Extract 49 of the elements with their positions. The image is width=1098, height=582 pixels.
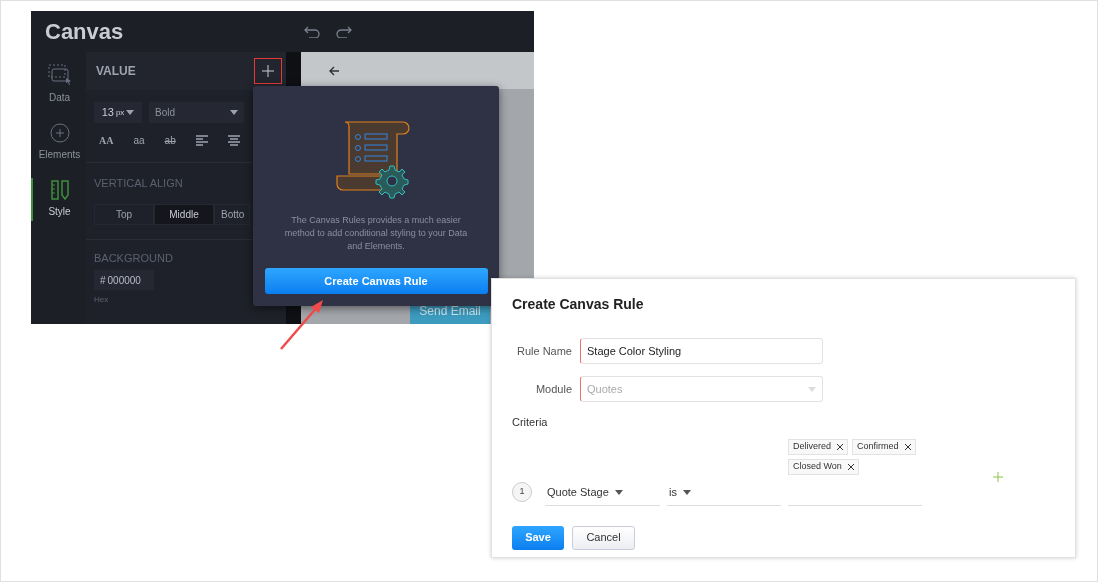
field-select[interactable]: Quote Stage	[545, 479, 660, 506]
value-tag: Delivered	[788, 438, 849, 455]
sidebar-tab[interactable]: Data	[31, 62, 86, 107]
caret-icon	[126, 110, 135, 115]
align-option[interactable]: Middle	[154, 203, 214, 225]
caret-icon	[614, 489, 623, 495]
align-left-icon[interactable]	[195, 135, 208, 146]
close-icon[interactable]	[837, 443, 844, 450]
undo-icon[interactable]	[304, 25, 320, 38]
align-option[interactable]: Botto	[214, 203, 250, 225]
sidebar-tab[interactable]: Elements	[31, 121, 86, 164]
section-title: VALUE	[96, 63, 136, 80]
ruler-pencil-icon	[49, 180, 70, 200]
app-logo: Canvas	[44, 18, 125, 46]
criteria-label: Criteria	[512, 415, 549, 430]
align-option[interactable]: Top	[94, 203, 154, 225]
screen-cursor-icon	[47, 64, 72, 86]
criteria-number: 1	[512, 481, 532, 502]
section-title: BACKGROUND	[94, 250, 174, 266]
value-tag: Confirmed	[852, 438, 916, 455]
color-field[interactable]: # 000000	[94, 270, 154, 290]
add-button[interactable]	[254, 58, 282, 84]
value-tag: Closed Won	[788, 458, 859, 475]
field-label: Rule Name	[515, 343, 572, 359]
strikethrough-button[interactable]: ab	[164, 133, 176, 148]
font-size-select[interactable]: 13 px	[94, 102, 142, 123]
plus-circle-icon	[49, 123, 70, 143]
caret-icon	[682, 489, 691, 495]
close-icon[interactable]	[847, 463, 854, 470]
section-title: VERTICAL ALIGN	[94, 176, 184, 191]
close-icon[interactable]	[904, 443, 911, 450]
lowercase-button[interactable]: aa	[133, 133, 145, 148]
field-caption: Hex	[94, 294, 110, 306]
align-center-icon[interactable]	[227, 135, 240, 146]
rule-name-field[interactable]: Stage Color Styling	[580, 338, 823, 364]
plus-icon	[262, 65, 274, 77]
pointer-arrow	[278, 298, 326, 352]
field-label: Module	[534, 381, 572, 397]
popup-description: The Canvas Rules provides a much easier method to add conditional styling to your Data and Elements.	[283, 214, 469, 253]
caret-icon	[808, 386, 816, 392]
back-arrow-icon[interactable]	[329, 65, 339, 76]
dialog-title: Create Canvas Rule	[512, 295, 645, 314]
values-field[interactable]: Delivered Confirmed Closed Won	[788, 438, 922, 506]
caret-icon	[230, 110, 238, 115]
operator-select[interactable]: is	[667, 479, 781, 506]
redo-icon[interactable]	[336, 25, 352, 38]
font-weight-select[interactable]: Bold	[149, 102, 244, 123]
uppercase-button[interactable]: AA	[99, 133, 114, 148]
cancel-button[interactable]: Cancel	[572, 525, 635, 550]
